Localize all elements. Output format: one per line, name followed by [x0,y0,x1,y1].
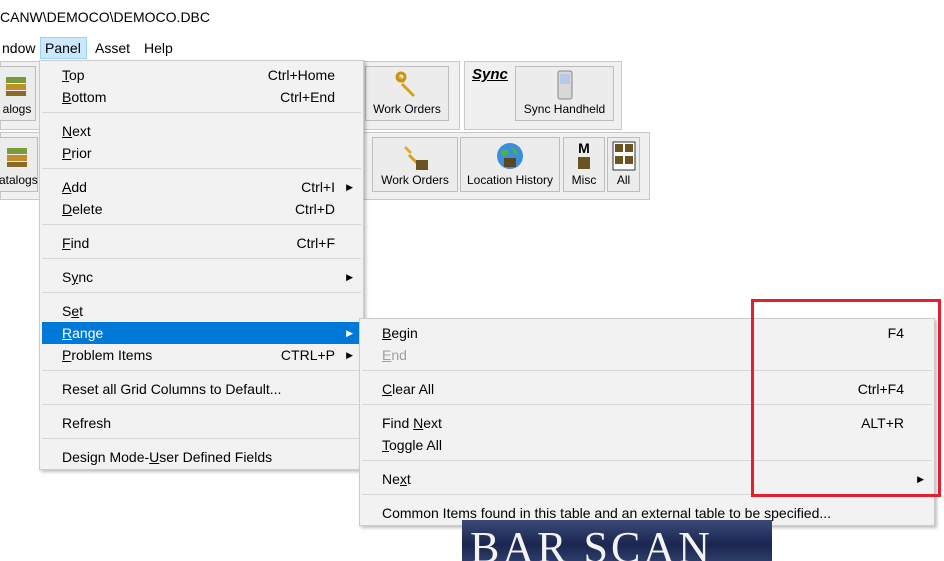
books-icon [6,77,26,96]
all-button[interactable]: All [607,137,640,192]
misc-glyph: M [578,140,590,156]
menu-item-next[interactable]: Next [42,120,361,142]
all-books-icon [612,141,635,171]
delete-shortcut: Ctrl+D [294,201,335,217]
menu-item-delete[interactable]: Delete Ctrl+D [42,198,361,220]
menu-item-add[interactable]: Add Ctrl+I ▶ [42,176,361,198]
work-orders-label: Work Orders [373,102,441,116]
menu-help[interactable]: Help [140,37,177,59]
menu-item-design-mode[interactable]: Design Mode-User Defined Fields [42,446,361,468]
menu-item-reset-grid[interactable]: Reset all Grid Columns to Default... [42,378,361,400]
catalogs-label: alogs [2,102,32,116]
logo-text: BAR SCAN [470,523,713,561]
wrench-book-icon [404,146,428,170]
submenu-arrow-icon: ▶ [346,272,353,282]
separator [42,292,361,293]
submenu-arrow-icon: ▶ [346,350,353,360]
books-icon [7,148,27,167]
problem-items-shortcut: CTRL+P [280,347,335,363]
menu-item-top[interactable]: Top Ctrl+Home [42,64,361,86]
menu-item-find[interactable]: Find Ctrl+F [42,232,361,254]
reset-grid-label: Reset all Grid Columns to Default... [62,381,282,397]
top-label-rest: op [69,67,85,83]
misc-book-icon [578,157,590,169]
all-label: All [616,173,631,187]
submenu-arrow-icon: ▶ [346,182,353,192]
panel-menu: Top Ctrl+Home Bottom Ctrl+End Next Prior… [39,60,364,470]
menubar: ndow Panel Asset Help [0,37,944,60]
menu-item-prior[interactable]: Prior [42,142,361,164]
menu-item-bottom[interactable]: Bottom Ctrl+End [42,86,361,108]
top-shortcut: Ctrl+Home [267,67,335,83]
bottom-shortcut: Ctrl+End [280,89,335,105]
globe-icon [497,143,523,169]
barscan-logo: BAR SCAN [462,520,772,561]
sync-handheld-label: Sync Handheld [523,102,606,116]
location-history-label: Location History [466,173,554,187]
annotation-highlight-box [751,299,941,497]
work-orders-button-bottom[interactable]: Work Orders [372,137,458,192]
menu-panel[interactable]: Panel [40,37,87,59]
menu-item-refresh[interactable]: Refresh [42,412,361,434]
find-shortcut: Ctrl+F [296,235,336,251]
handheld-icon [557,70,572,100]
work-orders-label: Work Orders [381,173,449,187]
sync-handheld-button[interactable]: Sync Handheld [515,66,614,121]
separator [42,404,361,405]
separator [42,258,361,259]
menu-asset[interactable]: Asset [91,37,134,59]
menu-item-range[interactable]: Range ▶ [42,322,361,344]
refresh-label: Refresh [62,415,112,431]
separator [42,370,361,371]
window-title: CANW\DEMOCO\DEMOCO.DBC [0,9,210,25]
separator [42,224,361,225]
catalogs-button-top[interactable]: alogs [0,66,36,121]
separator [42,438,361,439]
menu-item-problem-items[interactable]: Problem Items CTRL+P ▶ [42,344,361,366]
work-orders-button-top[interactable]: Work Orders [365,66,449,121]
wrench-icon [395,71,415,97]
menu-item-sync[interactable]: Sync ▶ [42,266,361,288]
catalogs-button-bottom[interactable]: atalogs [0,137,38,192]
misc-label: Misc [571,173,597,187]
separator [42,112,361,113]
submenu-arrow-icon: ▶ [346,328,353,338]
location-history-button[interactable]: Location History [460,137,560,192]
separator [42,168,361,169]
add-shortcut: Ctrl+I [301,179,335,195]
catalogs-label: atalogs [0,173,38,187]
sync-header: Sync [472,66,508,83]
misc-button[interactable]: M Misc [563,137,605,192]
menu-window[interactable]: ndow [0,37,39,59]
menu-item-set[interactable]: Set [42,300,361,322]
